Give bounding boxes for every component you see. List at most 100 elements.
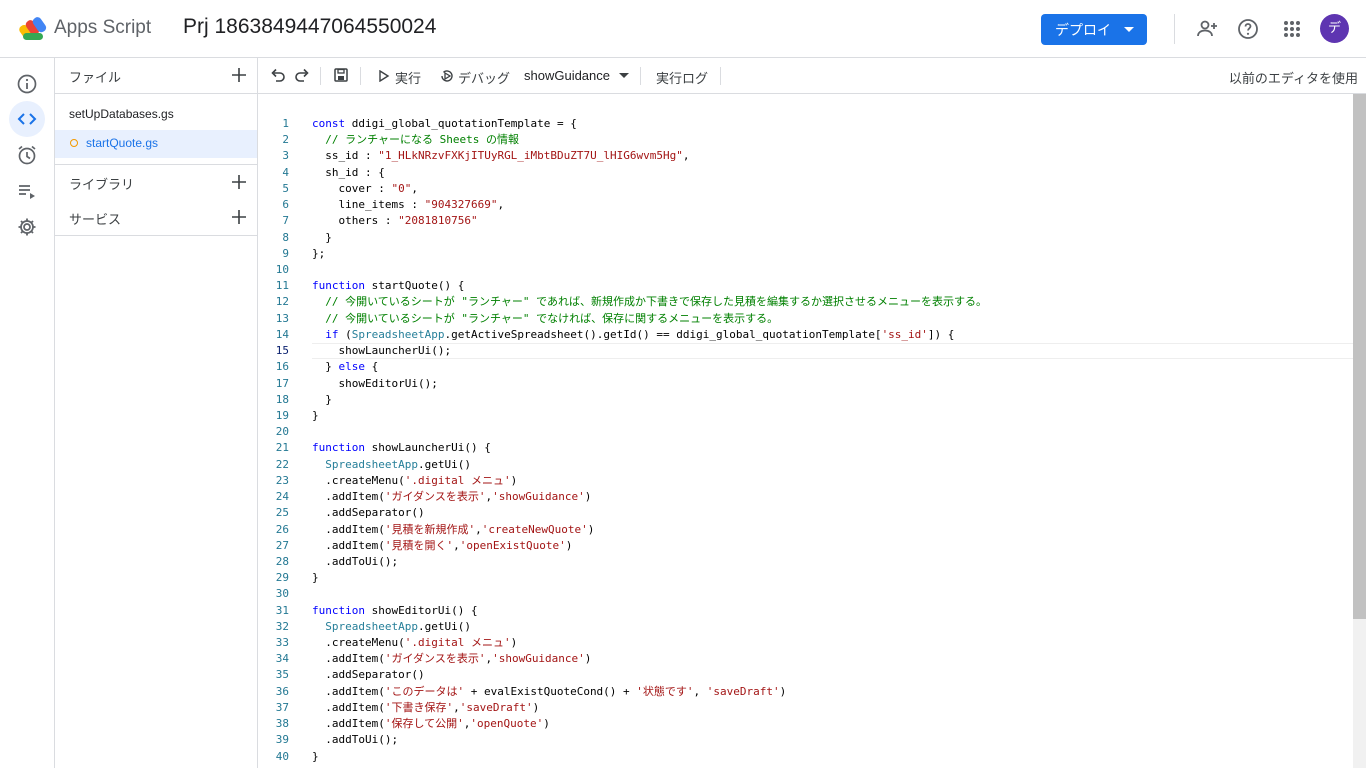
line-number: 37 <box>275 700 289 714</box>
services-section-header[interactable]: サービス <box>55 200 257 235</box>
code-line[interactable]: 32 SpreadsheetApp.getUi() <box>258 619 1353 635</box>
chevron-down-icon[interactable] <box>619 73 629 78</box>
undo-icon[interactable] <box>270 67 286 83</box>
code-line[interactable]: 4 sh_id : { <box>258 165 1353 181</box>
code-text: } <box>312 571 319 585</box>
line-number: 26 <box>275 522 289 536</box>
files-header: ファイル <box>69 70 122 85</box>
execution-log-button[interactable]: 実行ログ <box>656 68 708 87</box>
code-line[interactable]: 13 // 今開いているシートが "ランチャー" でなければ、保存に関するメニュ… <box>258 311 1353 327</box>
code-text: .addSeparator() <box>312 506 425 520</box>
code-line[interactable]: 16 } else { <box>258 359 1353 375</box>
code-line[interactable]: 20 <box>258 424 1353 440</box>
code-line[interactable]: 9}; <box>258 246 1353 262</box>
code-line[interactable]: 21 function showLauncherUi() { <box>258 440 1353 456</box>
line-number: 30 <box>275 587 289 601</box>
code-line[interactable]: 6 line_items : "904327669", <box>258 197 1353 213</box>
code-line[interactable]: 19} <box>258 408 1353 424</box>
code-line[interactable]: 22 SpreadsheetApp.getUi() <box>258 457 1353 473</box>
apps-grid-icon[interactable] <box>1280 17 1304 41</box>
avatar[interactable]: デ <box>1320 14 1349 43</box>
code-line[interactable]: 25 .addSeparator() <box>258 505 1353 521</box>
deploy-button[interactable]: デプロイ <box>1041 14 1147 45</box>
code-line[interactable]: 40} <box>258 749 1353 765</box>
code-text: .addItem('ガイダンスを表示','showGuidance') <box>312 490 592 504</box>
code-line[interactable]: 5 cover : "0", <box>258 181 1353 197</box>
code-line[interactable]: 1 const ddigi_global_quotationTemplate = … <box>258 116 1353 132</box>
add-file-icon[interactable] <box>231 67 247 83</box>
code-line[interactable]: 39 .addToUi(); <box>258 732 1353 748</box>
code-line[interactable]: 14 if (SpreadsheetApp.getActiveSpreadshe… <box>258 327 1353 343</box>
line-number: 28 <box>275 554 289 568</box>
libraries-section-header[interactable]: ライブラリ <box>55 165 257 200</box>
code-line[interactable]: 30 <box>258 586 1353 602</box>
code-line[interactable]: 29} <box>258 570 1353 586</box>
rail-settings[interactable] <box>9 209 45 245</box>
code-line[interactable]: 36 .addItem('このデータは' + evalExistQuoteCon… <box>258 684 1353 700</box>
code-line[interactable]: 8 } <box>258 230 1353 246</box>
help-icon[interactable] <box>1236 17 1260 41</box>
line-number: 15 <box>275 344 289 358</box>
rail-triggers[interactable] <box>9 137 45 173</box>
code-line[interactable]: 38 .addItem('保存して公開','openQuote') <box>258 716 1353 732</box>
code-line[interactable]: 26 .addItem('見積を新規作成','createNewQuote') <box>258 522 1353 538</box>
editor-scrollbar[interactable] <box>1353 94 1366 768</box>
code-line[interactable]: 35 .addSeparator() <box>258 667 1353 683</box>
code-text: .addToUi(); <box>312 733 399 747</box>
use-previous-editor-link[interactable]: 以前のエディタを使用 <box>1229 68 1358 87</box>
file-item[interactable]: setUpDatabases.gs <box>55 101 257 129</box>
code-line[interactable]: 34 .addItem('ガイダンスを表示','showGuidance') <box>258 651 1353 667</box>
line-number: 21 <box>275 441 289 455</box>
line-number: 12 <box>275 295 289 309</box>
rail-editor[interactable] <box>9 101 45 137</box>
info-icon <box>17 74 37 94</box>
add-service-icon[interactable] <box>231 209 247 225</box>
code-line[interactable]: 33 .createMenu('.digital メニュ') <box>258 635 1353 651</box>
redo-icon[interactable] <box>294 67 310 83</box>
function-select[interactable]: showGuidance <box>524 68 610 83</box>
header-divider <box>1174 14 1175 44</box>
project-title[interactable]: Prj 1863849447064550024 <box>183 15 436 39</box>
libraries-header: ライブラリ <box>69 177 135 192</box>
scrollbar-thumb[interactable] <box>1353 94 1366 619</box>
line-number: 19 <box>275 408 289 422</box>
line-number: 32 <box>275 619 289 633</box>
code-line[interactable]: 23 .createMenu('.digital メニュ') <box>258 473 1353 489</box>
line-number: 27 <box>275 538 289 552</box>
code-line[interactable]: 7 others : "2081810756" <box>258 213 1353 229</box>
code-editor[interactable]: 1 const ddigi_global_quotationTemplate = … <box>258 94 1366 768</box>
save-icon[interactable] <box>333 67 349 83</box>
file-item-active[interactable]: startQuote.gs <box>55 130 257 158</box>
code-line[interactable]: 27 .addItem('見積を開く','openExistQuote') <box>258 538 1353 554</box>
code-text: .createMenu('.digital メニュ') <box>312 636 518 650</box>
code-line[interactable]: 24 .addItem('ガイダンスを表示','showGuidance') <box>258 489 1353 505</box>
rail-overview[interactable] <box>9 66 45 102</box>
code-line[interactable]: 3 ss_id : "1_HLkNRzvFXKjITUyRGL_iMbtBDuZ… <box>258 148 1353 164</box>
code-line[interactable]: 11 function startQuote() { <box>258 278 1353 294</box>
run-list-icon <box>19 185 35 199</box>
rail-executions[interactable] <box>9 173 45 209</box>
code-line-current[interactable]: 15 showLauncherUi(); <box>258 343 1353 360</box>
files-panel: ファイル setUpDatabases.gs startQuote.gs ライブ… <box>55 58 258 768</box>
code-line[interactable]: 28 .addToUi(); <box>258 554 1353 570</box>
code-line[interactable]: 12 // 今開いているシートが "ランチャー" であれば、新規作成か下書きで保… <box>258 294 1353 310</box>
code-line[interactable]: 2 // ランチャーになる Sheets の情報 <box>258 132 1353 148</box>
debug-button[interactable]: デバッグ <box>458 68 510 87</box>
line-number: 25 <box>275 506 289 520</box>
code-text: function showEditorUi() { <box>312 603 478 617</box>
code-text: others : "2081810756" <box>312 214 478 228</box>
code-line[interactable]: 18 } <box>258 392 1353 408</box>
line-number: 4 <box>282 165 289 179</box>
code-line[interactable]: 17 showEditorUi(); <box>258 376 1353 392</box>
add-person-icon[interactable] <box>1195 17 1219 41</box>
code-line[interactable]: 37 .addItem('下書き保存','saveDraft') <box>258 700 1353 716</box>
add-library-icon[interactable] <box>231 174 247 190</box>
app-name[interactable]: Apps Script <box>54 17 151 39</box>
debug-icon <box>441 70 453 82</box>
line-number: 6 <box>282 198 289 212</box>
code-text: function showLauncherUi() { <box>312 441 491 455</box>
code-text: showEditorUi(); <box>312 376 438 390</box>
code-line[interactable]: 10 <box>258 262 1353 278</box>
run-button[interactable]: 実行 <box>395 68 421 87</box>
code-line[interactable]: 31 function showEditorUi() { <box>258 603 1353 619</box>
